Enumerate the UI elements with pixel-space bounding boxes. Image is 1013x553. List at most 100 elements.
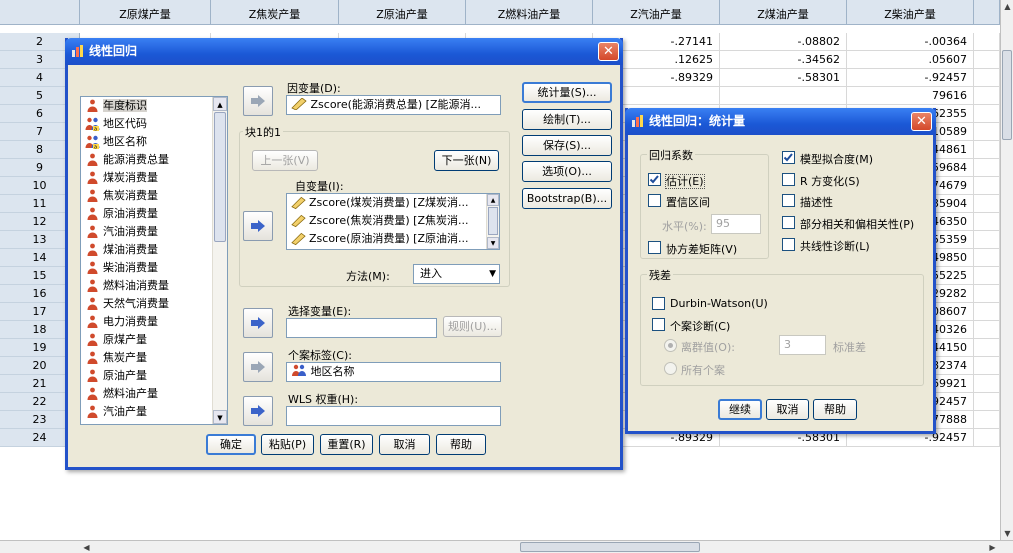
variable-list-item[interactable]: 焦炭消费量 [81, 187, 227, 205]
column-header[interactable]: Z煤油产量 [720, 0, 847, 25]
variable-list-item[interactable]: 柴油消费量 [81, 259, 227, 277]
scroll-down-icon[interactable]: ▼ [487, 237, 499, 249]
descriptives-checkbox[interactable] [782, 194, 795, 207]
table-cell[interactable]: 79616 [847, 87, 974, 105]
method-select[interactable]: 进入 ▼ [413, 264, 500, 284]
part-partial-correlations-checkbox[interactable] [782, 216, 795, 229]
casewise-diagnostics-checkbox[interactable] [652, 318, 665, 331]
all-cases-radio[interactable] [664, 362, 677, 375]
confidence-interval-checkbox[interactable] [648, 194, 661, 207]
scroll-up-icon[interactable]: ▲ [1001, 0, 1013, 13]
scroll-down-icon[interactable]: ▼ [213, 410, 227, 424]
variable-list-item[interactable]: 燃料油消费量 [81, 277, 227, 295]
column-header[interactable]: Z焦炭产量 [211, 0, 339, 25]
table-cell[interactable]: -.58301 [720, 69, 847, 87]
outlier-std-field[interactable]: 3 [779, 335, 826, 355]
table-cell[interactable]: -.08802 [720, 33, 847, 51]
durbin-watson-checkbox[interactable] [652, 297, 665, 310]
covariance-matrix-checkbox[interactable] [648, 241, 661, 254]
move-to-selection-button[interactable] [243, 308, 273, 338]
statistics-close-button[interactable]: ✕ [911, 112, 932, 131]
move-to-dependent-button[interactable] [243, 86, 273, 116]
variable-list-item[interactable]: 电力消费量 [81, 313, 227, 331]
variable-list-item[interactable]: 煤炭消费量 [81, 169, 227, 187]
independent-list-scrollbar[interactable]: ▲ ▼ [486, 194, 499, 249]
continue-button[interactable]: 继续 [718, 399, 762, 420]
variable-list-item[interactable]: 原煤产量 [81, 331, 227, 349]
options-button[interactable]: 选项(O)... [522, 161, 612, 182]
variable-list-item[interactable]: 年度标识 [81, 97, 227, 115]
table-cell-filler [974, 321, 1000, 339]
table-cell[interactable]: .05607 [847, 51, 974, 69]
variable-list-item[interactable]: 焦炭产量 [81, 349, 227, 367]
independent-list[interactable]: Zscore(煤炭消费量) [Z煤炭消... Zscore(焦炭消费量) [Z焦炭… [286, 193, 500, 250]
bootstrap-button[interactable]: Bootstrap(B)... [522, 188, 612, 209]
statistics-button[interactable]: 统计量(S)... [522, 82, 612, 103]
scroll-up-icon[interactable]: ▲ [213, 97, 227, 111]
save-button[interactable]: 保存(S)... [522, 135, 612, 156]
reset-button[interactable]: 重置(R) [320, 434, 373, 455]
column-header[interactable]: Z原油产量 [339, 0, 466, 25]
independent-list-item[interactable]: Zscore(焦炭消费量) [Z焦炭消... [287, 212, 499, 230]
scroll-left-icon[interactable]: ◀ [80, 541, 93, 553]
scroll-down-icon[interactable]: ▼ [1001, 527, 1013, 540]
ok-button[interactable]: 确定 [206, 434, 256, 455]
level-field[interactable]: 95 [711, 214, 761, 234]
move-to-wls-button[interactable] [243, 396, 273, 426]
estimates-checkbox[interactable] [648, 173, 661, 186]
scroll-up-icon[interactable]: ▲ [487, 194, 499, 206]
variable-list-item[interactable]: 燃料油产量 [81, 385, 227, 403]
variable-list-item[interactable]: 原油产量 [81, 367, 227, 385]
variable-list-item[interactable]: a 地区代码 [81, 115, 227, 133]
variable-list-item[interactable]: 原油消费量 [81, 205, 227, 223]
variable-list-item[interactable]: 汽油消费量 [81, 223, 227, 241]
previous-block-button[interactable]: 上一张(V) [252, 150, 318, 171]
wls-weight-field[interactable] [286, 406, 501, 426]
horizontal-scroll-thumb[interactable] [520, 542, 700, 552]
column-header[interactable]: Z柴油产量 [847, 0, 974, 25]
help-button[interactable]: 帮助 [436, 434, 486, 455]
vertical-scroll-thumb[interactable] [1002, 50, 1012, 140]
variable-source-list[interactable]: 年度标识 a 地区代码 a 地区名称 能源消费总量 煤炭消费量 焦炭消费量 原油消费量 汽油消费量… [80, 96, 228, 425]
move-to-independent-button[interactable] [243, 211, 273, 241]
variable-list-scroll-thumb[interactable] [214, 112, 226, 242]
table-cell[interactable] [720, 87, 847, 105]
variable-list-item[interactable]: 能源消费总量 [81, 151, 227, 169]
variable-list-item[interactable]: a 地区名称 [81, 133, 227, 151]
scroll-right-icon[interactable]: ▶ [986, 541, 999, 553]
stats-cancel-button[interactable]: 取消 [766, 399, 809, 420]
vertical-scrollbar[interactable]: ▲ ▼ [1000, 0, 1013, 540]
variable-list-item[interactable]: 煤油消费量 [81, 241, 227, 259]
variable-list-scrollbar[interactable]: ▲ ▼ [212, 97, 227, 424]
table-cell[interactable]: -.34562 [720, 51, 847, 69]
case-labels-field[interactable]: 地区名称 [286, 362, 501, 382]
model-fit-checkbox[interactable] [782, 151, 795, 164]
r-squared-change-checkbox[interactable] [782, 173, 795, 186]
variable-list-item[interactable]: 天然气消费量 [81, 295, 227, 313]
rule-button[interactable]: 规则(U)... [443, 316, 502, 337]
move-to-case-labels-button[interactable] [243, 352, 273, 382]
paste-button[interactable]: 粘贴(P) [261, 434, 314, 455]
independent-list-item[interactable]: Zscore(原油消费量) [Z原油消... [287, 230, 499, 248]
cancel-button[interactable]: 取消 [379, 434, 430, 455]
stats-help-button[interactable]: 帮助 [813, 399, 857, 420]
column-header[interactable]: Z汽油产量 [593, 0, 720, 25]
linreg-titlebar[interactable]: 线性回归 ✕ [65, 38, 623, 65]
plots-button[interactable]: 绘制(T)... [522, 109, 612, 130]
table-cell[interactable]: -.92457 [847, 69, 974, 87]
independent-scroll-thumb[interactable] [488, 207, 498, 235]
horizontal-scrollbar[interactable]: ◀ ▶ [0, 540, 1013, 553]
next-block-button[interactable]: 下一张(N) [434, 150, 499, 171]
independent-list-item[interactable]: Zscore(煤炭消费量) [Z煤炭消... [287, 194, 499, 212]
selection-variable-field[interactable] [286, 318, 437, 338]
column-header[interactable]: Z燃料油产量 [466, 0, 593, 25]
outliers-radio[interactable] [664, 339, 677, 352]
collinearity-diagnostics-checkbox[interactable] [782, 238, 795, 251]
table-cell[interactable]: -.00364 [847, 33, 974, 51]
statistics-titlebar[interactable]: 线性回归：统计量 ✕ [625, 108, 936, 135]
table-cell-filler [974, 249, 1000, 267]
variable-list-item[interactable]: 汽油产量 [81, 403, 227, 421]
column-header[interactable]: Z原煤产量 [80, 0, 211, 25]
dependent-field[interactable]: Zscore(能源消费总量) [Z能源消... [286, 95, 501, 115]
linreg-close-button[interactable]: ✕ [598, 42, 619, 61]
